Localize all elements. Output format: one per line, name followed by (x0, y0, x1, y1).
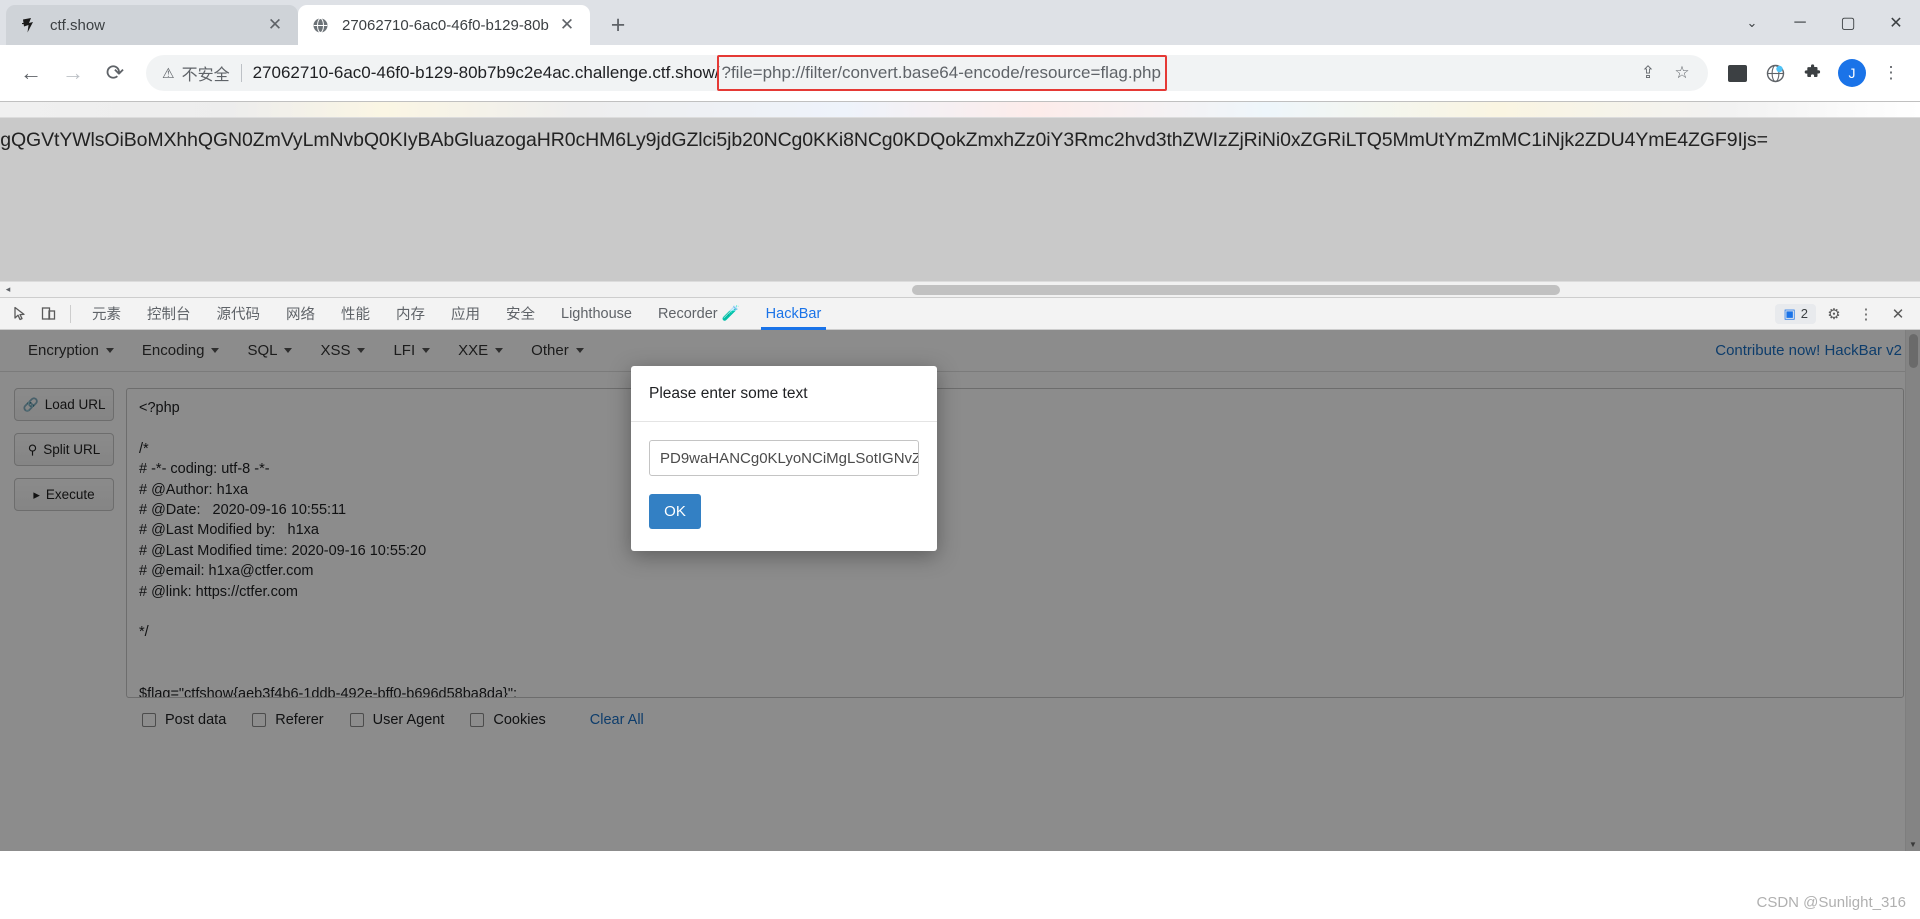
issues-icon: ▣ (1783, 305, 1796, 321)
back-icon[interactable]: ← (12, 54, 50, 92)
window-controls: ⌄ ─ ▢ ✕ (1728, 0, 1920, 45)
not-secure-warning-icon: ⚠ (162, 64, 175, 81)
globe-icon (310, 15, 330, 35)
toolbar-divider (70, 304, 71, 323)
issues-count: 2 (1800, 306, 1808, 321)
devtools-tab-security[interactable]: 安全 (493, 297, 548, 330)
page-viewport: lgQGVtYWlsOiBoMXhhQGN0ZmVyLmNvbQ0KIyBAbG… (0, 101, 1920, 297)
devtools-tab-memory[interactable]: 内存 (383, 297, 438, 330)
prompt-dialog: Please enter some text PD9waHANCg0KLyoNC… (631, 366, 937, 551)
gear-icon[interactable]: ⚙ (1820, 300, 1848, 328)
omnibox-actions: ⇪ ☆ (1632, 57, 1702, 89)
globe-color-icon[interactable] (1758, 56, 1792, 90)
ok-button[interactable]: OK (649, 494, 701, 529)
device-toolbar-icon[interactable] (34, 300, 62, 328)
watermark-text: CSDN @Sunlight_316 (1756, 894, 1906, 911)
dialog-footer: OK (631, 482, 937, 551)
page-horizontal-scrollbar[interactable]: ◂ (0, 281, 1920, 297)
issues-badge[interactable]: ▣ 2 (1775, 303, 1816, 324)
devtools-tab-elements[interactable]: 元素 (79, 297, 134, 330)
devtools-tab-application[interactable]: 应用 (438, 297, 493, 330)
devtools-more-icon[interactable]: ⋮ (1852, 300, 1880, 328)
url-host-text: 27062710-6ac0-46f0-b129-80b7b9c2e4ac.cha… (252, 63, 720, 82)
dialog-text-input[interactable]: PD9waHANCg0KLyoNCiMgLSotIGNvZGluZzogdXRm… (649, 440, 919, 476)
base64-output-text: lgQGVtYWlsOiBoMXhhQGN0ZmVyLmNvbQ0KIyBAbG… (0, 129, 1768, 151)
url-query-highlighted: ?file=php://filter/convert.base64-encode… (717, 55, 1167, 91)
scrollbar-thumb[interactable] (912, 285, 1560, 295)
devtools-panel: 元素 控制台 源代码 网络 性能 内存 应用 安全 Lighthouse Rec… (0, 297, 1920, 851)
devtools-tabbar-actions: ▣ 2 ⚙ ⋮ ✕ (1775, 300, 1920, 328)
close-icon[interactable]: ✕ (264, 14, 286, 36)
bookmark-star-icon[interactable]: ☆ (1666, 57, 1698, 89)
ctfshow-logo-icon (18, 15, 38, 35)
extension-square-icon[interactable] (1720, 56, 1754, 90)
browser-toolbar: ← → ⟳ ⚠ 不安全 27062710-6ac0-46f0-b129-80b7… (0, 45, 1920, 101)
forward-icon: → (62, 60, 84, 85)
dialog-title: Please enter some text (631, 366, 937, 422)
browser-menu-icon[interactable]: ⋮ (1874, 56, 1908, 90)
devtools-tab-network[interactable]: 网络 (273, 297, 328, 330)
devtools-close-icon[interactable]: ✕ (1884, 300, 1912, 328)
dialog-body: PD9waHANCg0KLyoNCiMgLSotIGNvZGluZzogdXRm… (631, 422, 937, 482)
window-close-icon[interactable]: ✕ (1872, 0, 1920, 45)
avatar[interactable]: J (1838, 59, 1866, 87)
reload-icon[interactable]: ⟳ (96, 54, 134, 92)
devtools-tab-recorder[interactable]: Recorder 🧪 (645, 297, 753, 330)
address-bar[interactable]: ⚠ 不安全 27062710-6ac0-46f0-b129-80b7b9c2e4… (146, 55, 1708, 91)
puzzle-icon[interactable] (1796, 56, 1830, 90)
share-icon[interactable]: ⇪ (1632, 57, 1664, 89)
devtools-tab-performance[interactable]: 性能 (328, 297, 383, 330)
tab-strip: ctf.show ✕ 27062710-6ac0-46f0-b129-80b ✕… (0, 0, 1920, 45)
devtools-tab-sources[interactable]: 源代码 (204, 297, 274, 330)
maximize-icon[interactable]: ▢ (1824, 0, 1872, 45)
tab-title: ctf.show (50, 16, 106, 34)
browser-tab-challenge[interactable]: 27062710-6ac0-46f0-b129-80b ✕ (298, 5, 590, 45)
devtools-tab-console[interactable]: 控制台 (134, 297, 204, 330)
inspect-element-icon[interactable] (6, 300, 34, 328)
devtools-tab-hackbar[interactable]: HackBar (753, 297, 835, 330)
devtools-tab-lighthouse[interactable]: Lighthouse (548, 297, 645, 330)
modal-overlay (0, 330, 1920, 851)
not-secure-label: 不安全 (181, 67, 230, 84)
minimize-icon[interactable]: ─ (1776, 0, 1824, 45)
scroll-left-arrow-icon[interactable]: ◂ (0, 284, 16, 295)
omnibox-divider (240, 64, 242, 82)
close-icon[interactable]: ✕ (556, 14, 578, 36)
new-tab-button[interactable]: + (600, 7, 636, 43)
tab-title: 27062710-6ac0-46f0-b129-80b (342, 16, 549, 34)
browser-tab-ctfshow[interactable]: ctf.show ✕ (6, 5, 298, 45)
tab-search-chevron-down-icon[interactable]: ⌄ (1728, 0, 1776, 45)
devtools-tab-bar: 元素 控制台 源代码 网络 性能 内存 应用 安全 Lighthouse Rec… (0, 297, 1920, 330)
bookmarks-bar (0, 102, 1920, 118)
browser-window: ctf.show ✕ 27062710-6ac0-46f0-b129-80b ✕… (0, 0, 1920, 919)
